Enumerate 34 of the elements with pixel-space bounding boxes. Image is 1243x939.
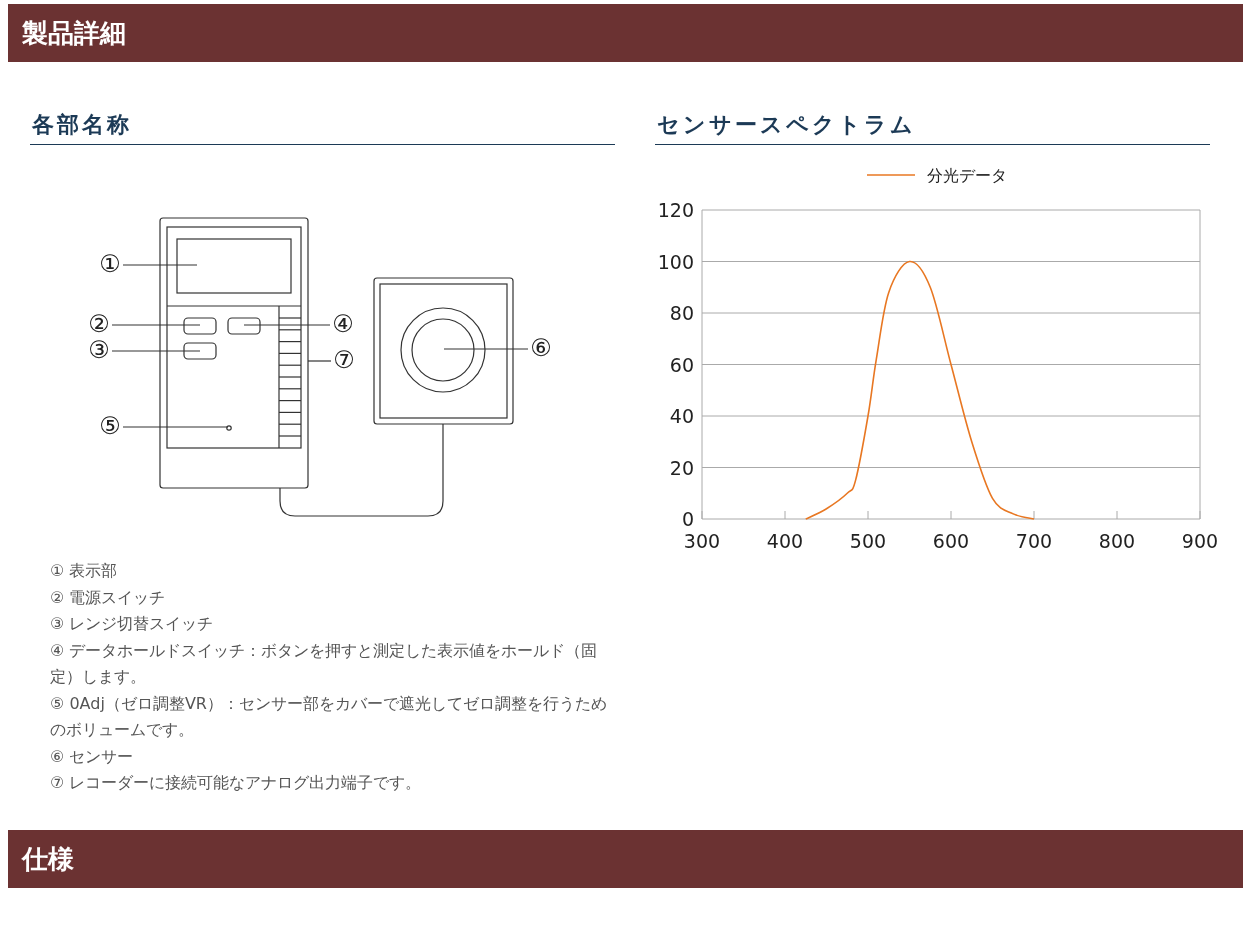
callout-number: ⑦ (333, 346, 355, 374)
part-description: ② 電源スイッチ (50, 586, 167, 609)
x-tick-label: 300 (683, 530, 721, 552)
section-header: 仕様 (8, 830, 1243, 888)
x-tick-label: 400 (766, 530, 804, 552)
x-tick-label: 500 (849, 530, 887, 552)
legend-label: 分光データ (927, 166, 1007, 185)
y-tick-label: 120 (657, 199, 694, 221)
part-description: ⑥ センサー (50, 745, 135, 768)
part-description: ⑤ 0Adj（ゼロ調整VR）：センサー部をカバーで遮光してゼロ調整を行うためのボリュームです。 (50, 692, 608, 741)
callout-number: ① (99, 250, 121, 278)
x-tick-label: 700 (1015, 530, 1053, 552)
y-tick-label: 100 (657, 250, 694, 273)
y-tick-label: 40 (669, 405, 694, 427)
part-description: ① 表示部 (50, 560, 119, 582)
callout-number: ④ (332, 310, 354, 338)
callout-number: ② (88, 310, 110, 338)
part-description: ④ データホールドスイッチ：ボタンを押すと測定した表示値をホールド（固定）します。 (50, 639, 599, 688)
callout-number: ③ (88, 336, 110, 364)
part-description: ③ レンジ切替スイッチ (50, 613, 215, 635)
section-header: 製品詳細 (8, 4, 1243, 62)
x-tick-label: 900 (1181, 530, 1219, 552)
y-tick-label: 80 (669, 302, 694, 324)
y-tick-label: 20 (669, 456, 694, 479)
x-tick-label: 600 (932, 530, 970, 552)
section-heading: センサースペクトラム (655, 110, 1210, 145)
callout-number: ⑥ (530, 334, 552, 362)
callout-number: ⑤ (99, 412, 121, 440)
y-tick-label: 60 (669, 353, 694, 376)
section-heading: 各部名称 (30, 110, 615, 145)
part-description: ⑦ レコーダーに接続可能なアナログ出力端子です。 (50, 772, 423, 794)
y-tick-label: 0 (681, 508, 694, 530)
leader-line (307, 360, 332, 362)
x-tick-label: 800 (1098, 530, 1136, 552)
